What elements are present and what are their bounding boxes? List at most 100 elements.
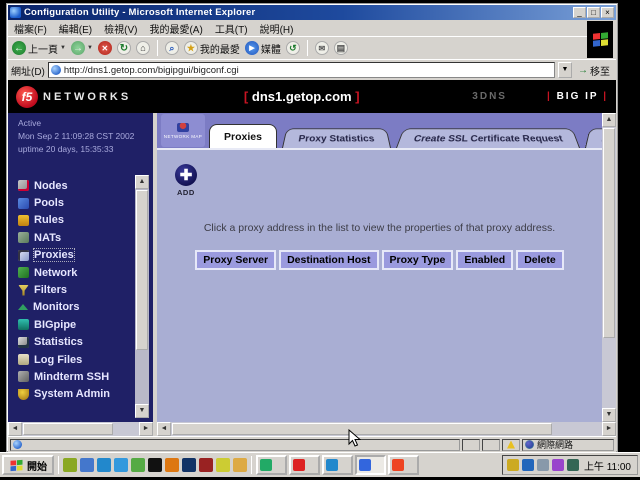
scroll-down-icon[interactable]: ▼ — [135, 404, 149, 418]
main-scrollbar-horizontal[interactable]: ◄ ► — [157, 422, 616, 436]
start-button[interactable]: 開始 — [2, 455, 54, 475]
quick-launch-icon[interactable] — [199, 458, 213, 472]
status-alert-pane — [502, 439, 520, 451]
menu-item[interactable]: 檔案(F) — [14, 21, 47, 36]
sidebar-nav-item[interactable]: Nodes — [18, 177, 133, 194]
print-button[interactable]: ▤ — [334, 41, 348, 55]
task-window-button[interactable] — [388, 455, 419, 475]
quick-launch-icon[interactable] — [233, 458, 247, 472]
add-proxy-button[interactable]: ✚ — [175, 164, 197, 186]
tray-icons — [507, 459, 579, 471]
search-button[interactable]: ⌕ — [165, 41, 179, 55]
history-button[interactable]: ↺ — [286, 41, 300, 55]
tray-icon[interactable] — [537, 459, 549, 471]
quick-launch-icon[interactable] — [63, 458, 77, 472]
task-buttons — [256, 455, 500, 475]
refresh-button[interactable]: ↻ — [117, 41, 131, 55]
tab[interactable]: Proxies — [209, 124, 277, 148]
status-active: Active — [18, 117, 153, 130]
nodes-icon — [18, 180, 29, 191]
proxy-table-header[interactable]: Proxy Server — [195, 250, 276, 270]
stop-icon: ✕ — [98, 41, 112, 55]
menu-item[interactable]: 說明(H) — [260, 21, 294, 36]
task-window-button[interactable] — [289, 455, 320, 475]
title-bar[interactable]: Configuration Utility - Microsoft Intern… — [8, 5, 616, 20]
zone-label: 網際網路 — [537, 438, 573, 451]
sidebar-nav-item[interactable]: Proxies — [18, 247, 133, 264]
scroll-left-icon[interactable]: ◄ — [8, 422, 22, 436]
quick-launch-icon[interactable] — [216, 458, 230, 472]
monitors-icon — [18, 304, 28, 310]
sidebar-nav-item[interactable]: System Admin — [18, 386, 133, 403]
sidebar-scrollbar[interactable]: ▲ ▼ — [135, 175, 149, 418]
sidebar-nav-item[interactable]: Network — [18, 264, 133, 281]
tray-icon[interactable] — [522, 459, 534, 471]
scroll-up-icon[interactable]: ▲ — [135, 175, 149, 189]
network-map-button[interactable]: NETWORK MAP — [161, 114, 205, 147]
quick-launch-icon[interactable] — [165, 458, 179, 472]
tray-icon[interactable] — [507, 459, 519, 471]
tray-icon[interactable] — [552, 459, 564, 471]
forward-dropdown-icon[interactable]: ▼ — [87, 45, 93, 51]
main-scrollbar-vertical[interactable]: ▲ ▼ — [602, 113, 616, 422]
favorites-button[interactable]: ★ 我的最愛 — [184, 41, 240, 56]
stop-button[interactable]: ✕ — [98, 41, 112, 55]
toolbar-separator — [307, 40, 308, 56]
sidebar-nav-item[interactable]: BIGpipe — [18, 316, 133, 333]
menu-item[interactable]: 我的最愛(A) — [149, 21, 202, 36]
proxy-table-header[interactable]: Delete — [516, 250, 564, 270]
back-button[interactable]: ← 上一頁 ▼ — [12, 41, 66, 56]
scrollbar-thumb[interactable] — [172, 423, 552, 435]
sidebar-nav-item[interactable]: Pools — [18, 194, 133, 211]
proxy-table-header[interactable]: Enabled — [456, 250, 513, 270]
task-window-button[interactable] — [355, 455, 386, 475]
sidebar-nav-item[interactable]: Monitors — [18, 299, 133, 316]
tab[interactable]: Proxy Statistics — [282, 128, 391, 148]
quick-launch-icon[interactable] — [114, 458, 128, 472]
tab[interactable]: Install SSL Certif — [585, 128, 602, 148]
address-dropdown-button[interactable]: ▼ — [558, 62, 572, 78]
quick-launch-icon[interactable] — [97, 458, 111, 472]
proxy-table-header[interactable]: Destination Host — [279, 250, 378, 270]
menu-item[interactable]: 工具(T) — [215, 21, 248, 36]
quick-launch-icon[interactable] — [148, 458, 162, 472]
sidebar-nav-item[interactable]: Filters — [18, 281, 133, 298]
proxy-table-header[interactable]: Proxy Type — [382, 250, 454, 270]
go-button[interactable]: → 移至 — [575, 63, 613, 78]
scroll-down-icon[interactable]: ▼ — [602, 408, 616, 422]
menu-item[interactable]: 編輯(E) — [59, 21, 92, 36]
scroll-left-icon[interactable]: ◄ — [157, 422, 171, 436]
scroll-right-icon[interactable]: ► — [602, 422, 616, 436]
home-button[interactable]: ⌂ — [136, 41, 150, 55]
close-button[interactable]: × — [601, 7, 614, 18]
quick-launch-icon[interactable] — [131, 458, 145, 472]
forward-button[interactable]: → ▼ — [71, 41, 93, 55]
proxies-icon — [18, 250, 29, 261]
tab-strip: NETWORK MAP Proxies Proxy Statistics — [157, 113, 602, 148]
scrollbar-thumb[interactable] — [23, 423, 113, 435]
sidebar-nav-item[interactable]: Statistics — [18, 334, 133, 351]
sidebar-nav-item[interactable]: Log Files — [18, 351, 133, 368]
back-dropdown-icon[interactable]: ▼ — [60, 45, 66, 51]
menu-item[interactable]: 檢視(V) — [104, 21, 137, 36]
minimize-button[interactable]: _ — [573, 7, 586, 18]
tray-icon[interactable] — [567, 459, 579, 471]
address-input[interactable]: http://dns1.getop.com/bigipgui/bigconf.c… — [48, 62, 555, 78]
task-window-button[interactable] — [322, 455, 353, 475]
task-window-button[interactable] — [256, 455, 287, 475]
maximize-button[interactable]: □ — [587, 7, 600, 18]
scroll-right-icon[interactable]: ► — [139, 422, 153, 436]
tab[interactable]: Create SSL Certificate Request — [396, 128, 580, 148]
quick-launch-icon[interactable] — [182, 458, 196, 472]
scrollbar-thumb[interactable] — [603, 128, 615, 338]
quick-launch-icon[interactable] — [80, 458, 94, 472]
sidebar-nav-item[interactable]: Mindterm SSH — [18, 368, 133, 385]
media-button[interactable]: ▶ 媒體 — [245, 41, 281, 56]
mail-button[interactable]: ✉ — [315, 41, 329, 55]
sidebar-nav-item[interactable]: Rules — [18, 212, 133, 229]
sidebar-nav-item[interactable]: NATs — [18, 229, 133, 246]
scrollbar-thumb[interactable] — [136, 190, 148, 350]
scroll-up-icon[interactable]: ▲ — [602, 113, 616, 127]
sidebar-scrollbar-horizontal[interactable]: ◄ ► — [8, 422, 153, 436]
taskbar-separator — [251, 456, 252, 474]
